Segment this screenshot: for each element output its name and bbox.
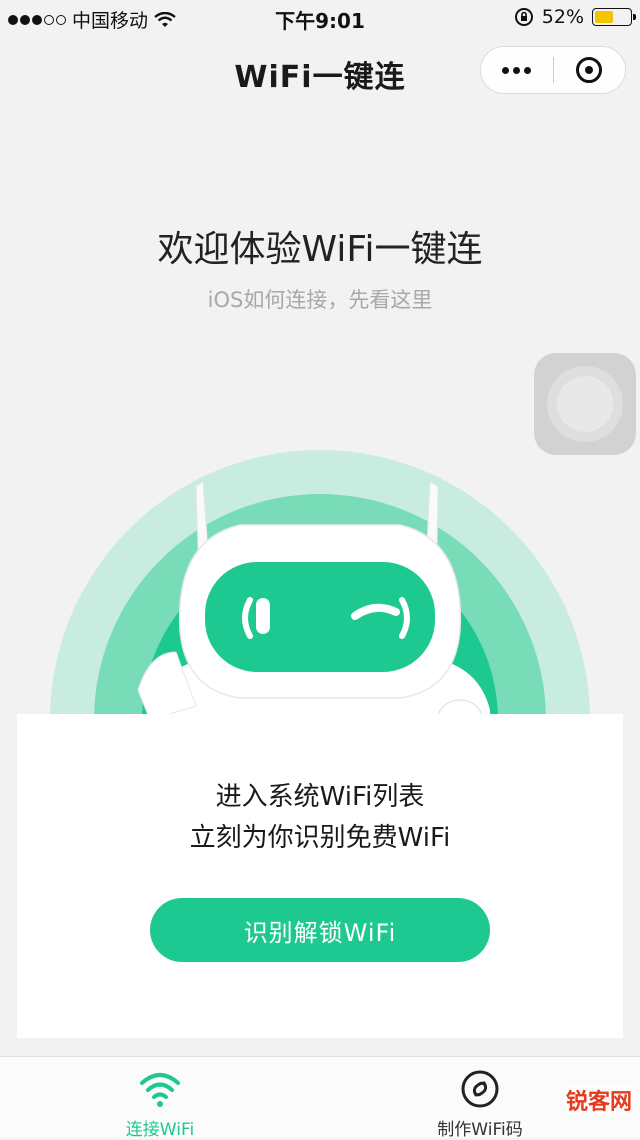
instruction-card: 进入系统WiFi列表 立刻为你识别免费WiFi 识别解锁WiFi: [17, 714, 623, 1038]
tab-bar: 连接WiFi 制作WiFi码: [0, 1056, 640, 1140]
status-right: 52%: [514, 6, 636, 28]
more-dots-icon: [502, 66, 532, 74]
unlock-wifi-button[interactable]: 识别解锁WiFi: [150, 898, 490, 962]
tab-connect-wifi[interactable]: 连接WiFi: [60, 1057, 260, 1140]
target-icon: [576, 57, 603, 83]
tab-make-wifi-code[interactable]: 制作WiFi码: [380, 1057, 580, 1140]
robot-illustration: [50, 450, 590, 750]
nav-bar: WiFi一键连: [0, 36, 640, 104]
status-bar: 中国移动 下午9:01 52%: [0, 0, 640, 36]
wifi-code-icon: [461, 1070, 499, 1108]
miniprogram-capsule: [480, 46, 626, 94]
orientation-lock-icon: [514, 8, 533, 26]
wifi-icon: [140, 1073, 180, 1107]
instruction-line-2: 立刻为你识别免费WiFi: [189, 823, 451, 853]
tab-make-wifi-code-label: 制作WiFi码: [437, 1120, 523, 1140]
assistive-touch-button[interactable]: [534, 353, 636, 455]
instruction-line-1: 进入系统WiFi列表: [215, 782, 425, 812]
tab-connect-wifi-label: 连接WiFi: [125, 1120, 195, 1140]
more-button[interactable]: [481, 47, 553, 93]
battery-fill: [595, 11, 613, 23]
battery-icon: [592, 8, 636, 26]
battery-percent: 52%: [541, 6, 584, 28]
ios-help-link[interactable]: iOS如何连接，先看这里: [0, 284, 640, 314]
welcome-title: 欢迎体验WiFi一键连: [157, 229, 483, 270]
assistive-touch-inner-ring: [557, 376, 613, 432]
watermark: 锐客网: [563, 1084, 634, 1116]
close-button[interactable]: [554, 47, 626, 93]
